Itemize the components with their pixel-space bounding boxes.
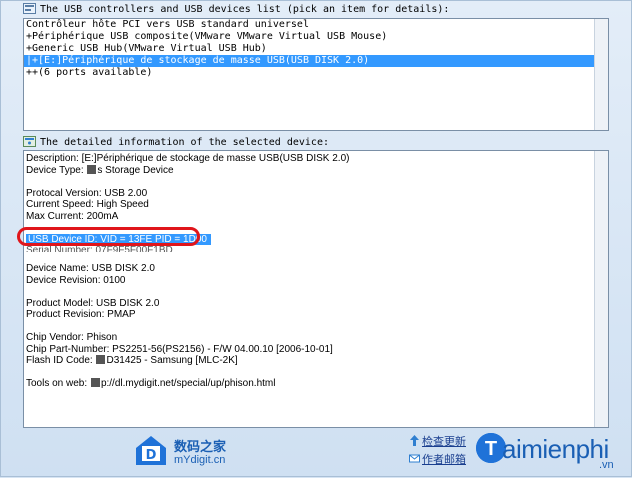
mydigit-logo-url: mYdigit.cn <box>174 454 226 466</box>
detail-label: Flash ID Code: <box>26 355 93 366</box>
footer: D 数码之家 mYdigit.cn 检查更新 作者邮箱 T aimienphi … <box>1 429 632 478</box>
detail-value: s Storage Device <box>97 164 174 176</box>
storage-device-icon <box>87 164 97 174</box>
tools-link[interactable]: p://dl.mydigit.net/special/up/phison.htm… <box>101 378 276 389</box>
device-row[interactable]: +Périphérique USB composite(VMware VMwar… <box>24 31 608 43</box>
detail-label: Device Type: <box>26 164 84 176</box>
devices-header-text: The USB controllers and USB devices list… <box>40 4 450 15</box>
detail-flash-id: Flash ID Code: D31425 - Samsung [MLC-2K] <box>24 355 608 367</box>
info-window-icon <box>23 136 36 147</box>
web-link-icon <box>90 378 100 387</box>
mydigit-logo-cn: 数码之家 <box>174 440 227 455</box>
author-email-link[interactable]: 作者邮箱 <box>409 451 466 467</box>
details-header: The detailed information of the selected… <box>23 136 329 150</box>
detail-value: D31425 - Samsung [MLC-2K] <box>106 355 238 366</box>
check-update-link[interactable]: 检查更新 <box>409 433 466 449</box>
device-list[interactable]: Contrôleur hôte PCI vers USB standard un… <box>23 18 609 131</box>
detail-protocol-version: Protocal Version: USB 2.00 <box>26 187 148 199</box>
detail-tools-on-web: Tools on web: p://dl.mydigit.net/special… <box>24 378 608 390</box>
detail-usb-device-id-row: USB Device ID: VID = 13FE PID = 1D00 <box>24 233 608 246</box>
update-arrow-icon <box>409 435 420 446</box>
device-list-scrollbar[interactable] <box>594 19 608 130</box>
details-scrollbar[interactable] <box>594 151 608 427</box>
flash-chip-icon <box>96 355 106 364</box>
detail-device-type: Device Type: s Storage Device <box>24 164 608 177</box>
detail-label: Tools on web: <box>26 378 88 389</box>
taimienphi-wordmark: aimienphi <box>502 434 609 464</box>
svg-text:T: T <box>485 438 497 460</box>
detail-max-current: Max Current: 200mA <box>26 210 119 222</box>
device-row[interactable]: Contrôleur hôte PCI vers USB standard un… <box>24 19 608 31</box>
svg-text:D: D <box>146 448 157 463</box>
usb-tree-icon <box>23 3 36 14</box>
detail-chip-part-number: Chip Part-Number: PS2251-56(PS2156) - F/… <box>26 343 333 355</box>
author-email-label: 作者邮箱 <box>422 453 466 466</box>
devices-header: The USB controllers and USB devices list… <box>23 3 449 17</box>
detail-current-speed: Current Speed: High Speed <box>26 199 149 210</box>
check-update-label: 检查更新 <box>422 435 466 448</box>
detail-device-name: Device Name: USB DISK 2.0 <box>26 263 155 274</box>
detail-description: Description: [E:]Périphérique de stockag… <box>26 153 350 164</box>
detail-chip-vendor: Chip Vendor: Phison <box>26 332 118 343</box>
detail-usb-device-id[interactable]: USB Device ID: VID = 13FE PID = 1D00 <box>26 233 211 245</box>
device-details[interactable]: Description: [E:]Périphérique de stockag… <box>23 150 609 428</box>
device-row[interactable]: ++(6 ports available) <box>24 67 608 79</box>
email-icon <box>409 453 420 464</box>
device-row[interactable]: +Generic USB Hub(VMware Virtual USB Hub) <box>24 43 608 55</box>
taimienphi-suffix: .vn <box>599 459 614 471</box>
device-row-selected[interactable]: |+[E:]Périphérique de stockage de masse … <box>24 55 608 67</box>
detail-device-revision: Device Revision: 0100 <box>26 274 126 286</box>
detail-product-revision: Product Revision: PMAP <box>26 309 136 320</box>
mydigit-house-icon: D <box>134 433 168 467</box>
detail-product-model: Product Model: USB DISK 2.0 <box>26 297 160 309</box>
details-header-text: The detailed information of the selected… <box>40 137 329 148</box>
main-window: The USB controllers and USB devices list… <box>0 0 632 477</box>
